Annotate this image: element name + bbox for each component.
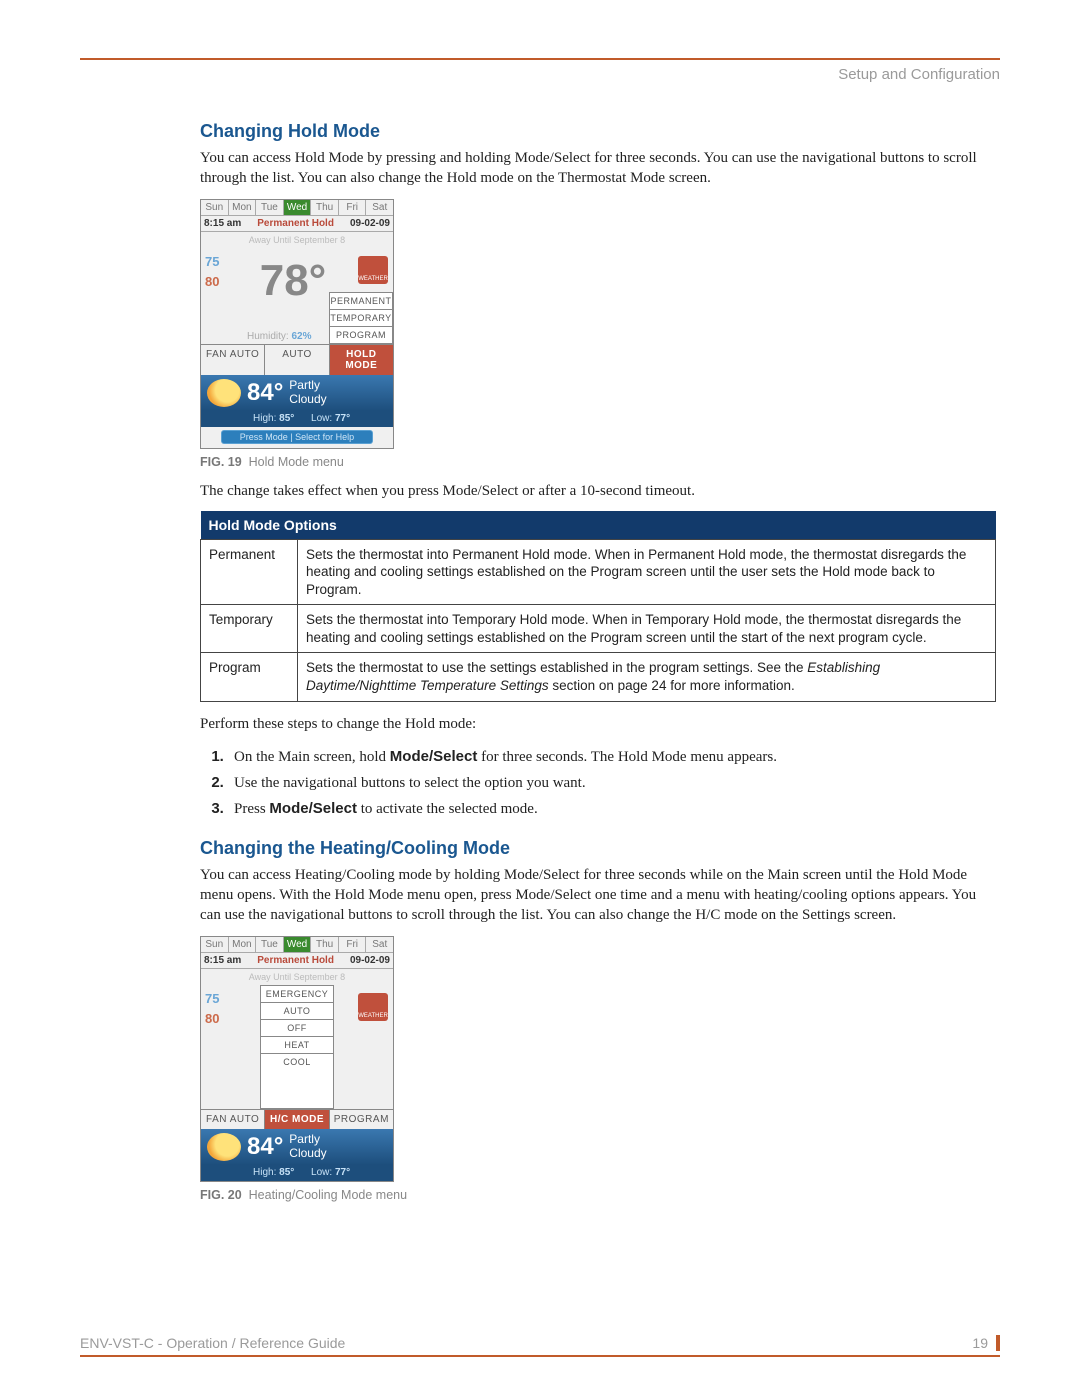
table-row: Sets the thermostat to use the settings … [298,653,996,701]
day-cell: Tue [256,937,284,953]
day-cell: Thu [311,200,339,216]
table-row: Program [201,653,298,701]
heading-changing-hold-mode: Changing Hold Mode [200,121,996,142]
weather-icon: WEATHER [358,993,388,1021]
hold-mode-options-table: Hold Mode Options Permanent Sets the the… [200,511,996,702]
fig20-caption: FIG. 20 Heating/Cooling Mode menu [200,1188,996,1202]
fig19-set-cool: 75 [205,252,233,273]
fig20-popup-menu: EMERGENCYAUTOOFFHEATCOOL [260,985,334,1109]
day-cell: Tue [256,200,284,216]
fig19-wx-temp: 84° [247,379,283,407]
list-item: Press Mode/Select to activate the select… [228,796,996,822]
para-after-fig19: The change takes effect when you press M… [200,481,996,501]
fig19-thermostat: SunMonTueWedThuFriSat 8:15 am Permanent … [200,199,394,449]
fig19-set-heat: 80 [205,272,233,293]
fig19-btn-holdmode: HOLD MODE [330,344,393,375]
fig20-thermostat: SunMonTueWedThuFriSat 8:15 am Permanent … [200,936,394,1182]
fig19-btn-auto: AUTO [265,344,329,375]
menu-item: EMERGENCY [261,986,333,1003]
table-row: Sets the thermostat into Permanent Hold … [298,539,996,605]
day-cell: Wed [284,937,312,953]
fig19-hold-label: Permanent Hold [241,218,350,229]
fig19-btn-fan: FAN AUTO [201,344,265,375]
day-cell: Sat [366,937,393,953]
fig19-time: 8:15 am [204,218,241,229]
hold-mode-steps: On the Main screen, hold Mode/Select for… [200,744,996,822]
fig19-date: 09-02-09 [350,218,390,229]
para-hold-intro: You can access Hold Mode by pressing and… [200,148,996,189]
table-row: Sets the thermostat into Temporary Hold … [298,605,996,653]
heading-changing-hc-mode: Changing the Heating/Cooling Mode [200,838,996,859]
day-cell: Sat [366,200,393,216]
list-item: On the Main screen, hold Mode/Select for… [228,744,996,770]
fig19-popup-menu: PERMANENTTEMPORARYPROGRAM [329,292,393,344]
fig20-btn-program: PROGRAM [330,1109,393,1129]
menu-item: PERMANENT [330,293,392,310]
fig19-help: Press Mode | Select for Help [221,430,373,444]
fig19-away: Away Until September 8 [201,232,393,248]
list-item: Use the navigational buttons to select t… [228,770,996,796]
footer-doc-title: ENV-VST-C - Operation / Reference Guide [80,1335,345,1351]
fig20-btn-hcmode: H/C MODE [265,1109,329,1129]
day-cell: Thu [311,937,339,953]
day-cell: Wed [284,200,312,216]
menu-item: COOL [261,1054,333,1070]
sun-icon [207,379,241,407]
para-perform: Perform these steps to change the Hold m… [200,714,996,734]
menu-item: TEMPORARY [330,310,392,327]
menu-item: OFF [261,1020,333,1037]
sun-icon [207,1133,241,1161]
table-row: Temporary [201,605,298,653]
menu-item: PROGRAM [330,327,392,343]
day-cell: Mon [229,200,257,216]
day-cell: Fri [339,200,367,216]
fig20-btn-fan: FAN AUTO [201,1109,265,1129]
footer-page-number: 19 [972,1335,1000,1351]
day-cell: Mon [229,937,257,953]
day-cell: Sun [201,200,229,216]
para-hc-intro: You can access Heating/Cooling mode by h… [200,865,996,926]
header-section-label: Setup and Configuration [80,66,1000,83]
day-cell: Fri [339,937,367,953]
menu-item: AUTO [261,1003,333,1020]
day-cell: Sun [201,937,229,953]
fig19-caption: FIG. 19 Hold Mode menu [200,455,996,469]
table-title: Hold Mode Options [201,511,996,540]
weather-icon: WEATHER [358,256,388,284]
menu-item: HEAT [261,1037,333,1054]
table-row: Permanent [201,539,298,605]
